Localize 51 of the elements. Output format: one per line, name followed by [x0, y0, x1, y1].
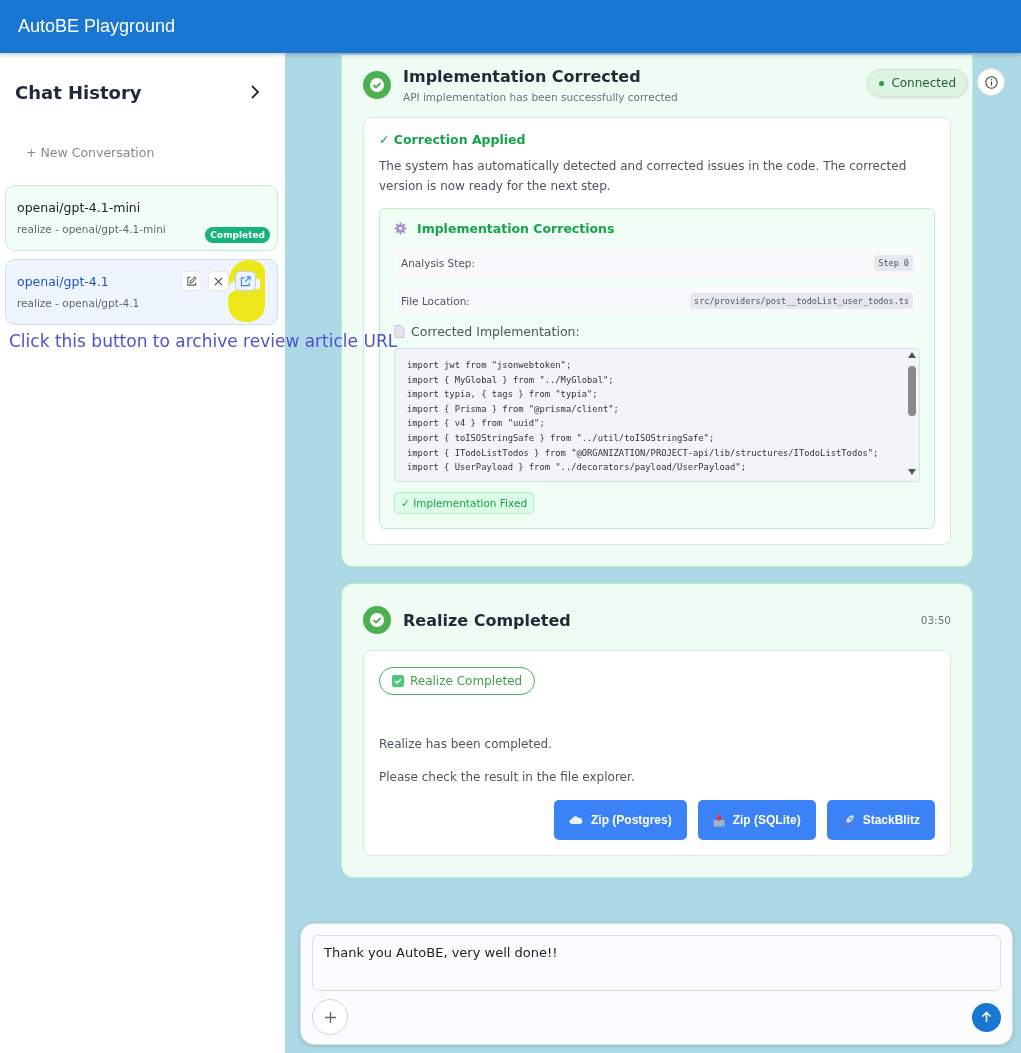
session-subtitle: realize - openai/gpt-4.1-mini [17, 223, 167, 235]
description-text: The system has automatically detected and corrected issues in the code. The corrected version is now ready for the next step. [379, 158, 908, 195]
check-circle-icon [363, 606, 391, 634]
session-title: openai/gpt-4.1 [17, 274, 109, 289]
plus-icon [323, 1010, 337, 1024]
new-conversation-button[interactable]: + New Conversation [18, 142, 163, 163]
message-input[interactable]: Thank you AutoBE, very well done!! [312, 935, 1001, 991]
arrow-up-icon [981, 1011, 992, 1023]
info-button[interactable] [977, 68, 1005, 96]
message-text: Please check the result in the file explorer. [379, 770, 636, 784]
download-button[interactable]: StackBlitz [826, 800, 935, 840]
close-icon [214, 276, 223, 286]
gear-icon [394, 222, 407, 235]
status-badge: Completed [205, 227, 270, 243]
section-title: ✓ Correction Applied [379, 132, 527, 147]
session-item[interactable]: openai/gpt-4.1-mini realize - openai/gpt-4.1-mini Completed [5, 185, 278, 251]
session-item[interactable]: openai/gpt-4.1 realize - openai/gpt-4.1 [5, 259, 278, 325]
session-title: openai/gpt-4.1-mini [17, 200, 141, 215]
download-button[interactable]: Zip (SQLite) [697, 800, 816, 840]
rocket-icon [841, 813, 855, 827]
send-button[interactable] [972, 1002, 1001, 1032]
external-link-icon [240, 275, 251, 287]
download-button[interactable]: Zip (Postgres) [553, 800, 687, 840]
field-label: File Location: [401, 295, 470, 307]
session-subtitle: realize - openai/gpt-4.1 [17, 297, 141, 309]
code-text: import jwt from "jsonwebtoken"; import { MyGlobal } from "../MyGlobal"; import typia, { tags } from "typia"; import { Prisma } from "@prisma/client"; import { v4 } from "uuid"; import { toISOStringSafe } from "../util/toISOStringSafe"; import { ITodoListTodos } from "@ORGANIZATION/PROJECT-api/lib/structures/ITodoListTodos"; import { UserPayload } from "../decorators/payload/UserPayload"; [406, 359, 880, 475]
inbox-tray-icon [712, 813, 725, 827]
close-button[interactable] [208, 271, 229, 291]
external-link-button[interactable] [235, 271, 256, 291]
message-text: Realize has been completed. [379, 737, 553, 751]
cloud-icon [568, 815, 583, 825]
field-value: Step 0 [874, 255, 913, 271]
panel-title: Implementation Corrections [417, 221, 615, 236]
code-title: Corrected Implementation: [411, 324, 580, 339]
event-title: Realize Completed [403, 610, 571, 630]
info-icon [984, 75, 998, 89]
event-title: Implementation Corrected [403, 67, 642, 86]
sidebar-title: Chat History [15, 81, 142, 103]
timestamp: 03:50 [920, 614, 951, 626]
edit-button[interactable] [181, 271, 202, 291]
app-title: AutoBE Playground [18, 16, 176, 37]
edit-icon [186, 275, 197, 287]
fixed-badge: ✓ Implementation Fixed [394, 492, 535, 514]
event-subtitle: API implementation has been successfully corrected [403, 91, 678, 103]
checkbox-icon [392, 675, 404, 687]
annotation-text: Click this button to archive review article URL [9, 331, 398, 351]
connection-status: Connected [867, 69, 968, 97]
check-circle-icon [363, 71, 391, 99]
field-value: src/providers/post__todoList_user_todos.ts [690, 293, 913, 309]
highlighter-mark [227, 260, 265, 322]
field-label: Analysis Step: [401, 257, 476, 269]
